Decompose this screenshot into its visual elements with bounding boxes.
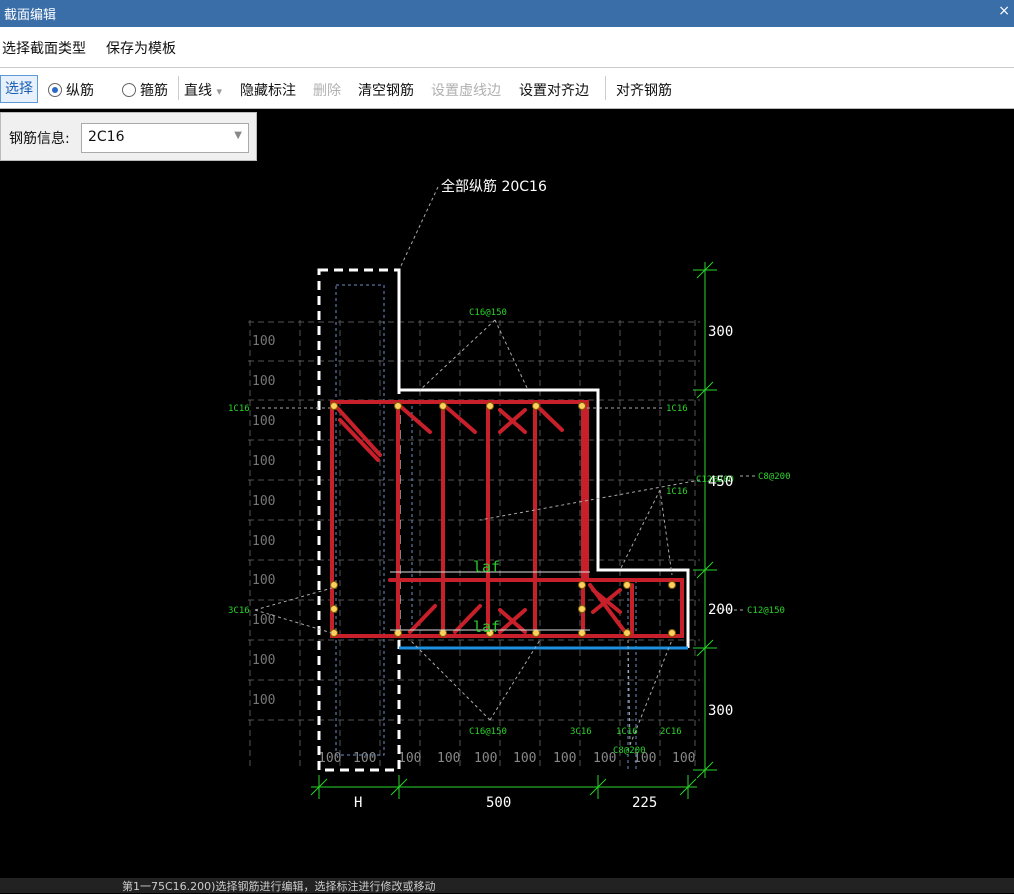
- grid-bottom-label: 100: [437, 751, 460, 766]
- line-label: 直线: [184, 83, 212, 99]
- grid-left-label: 100: [252, 374, 275, 389]
- grid-bottom-label: 100: [398, 751, 421, 766]
- window-title: 截面编辑: [4, 8, 57, 23]
- set-align-edge-button[interactable]: 设置对齐边: [519, 80, 589, 100]
- dim-bottom-500: 500: [486, 795, 511, 811]
- set-dashed-edge-button[interactable]: 设置虚线边: [431, 80, 501, 100]
- grid-left-label: 100: [252, 653, 275, 668]
- dim-right-200: 200: [708, 602, 733, 618]
- longitudinal-label: 纵筋: [66, 83, 94, 99]
- select-section-type-menu[interactable]: 选择截面类型: [2, 38, 86, 58]
- chevron-down-icon: ▾: [216, 85, 222, 98]
- stirrup-top-label: C16@150: [469, 308, 507, 318]
- drawing-canvas[interactable]: 100 100 100 100 100 100 100 100 100 100 …: [0, 110, 1014, 878]
- toolbar-divider: [178, 76, 179, 100]
- clear-rebar-button[interactable]: 清空钢筋: [358, 80, 414, 100]
- grid-left-label: 100: [252, 534, 275, 549]
- title-bar: 截面编辑 ×: [0, 0, 1014, 27]
- menu-bar: 选择截面类型 保存为模板: [0, 27, 1014, 68]
- c8-200-label: C8@200: [758, 472, 791, 482]
- grid-bottom-label: 100: [474, 751, 497, 766]
- rebar-info-label: 钢筋信息:: [9, 131, 70, 147]
- grid-left-label: 100: [252, 613, 275, 628]
- grid-left-labels: 100 100 100 100 100 100 100 100 100 100: [252, 334, 275, 708]
- grid-bottom-label: 100: [553, 751, 576, 766]
- grid-bottom-label: 100: [353, 751, 376, 766]
- right-top-label: 1C16: [666, 404, 688, 414]
- dim-right-450: 450: [708, 474, 733, 490]
- dim-bottom-h: H: [354, 795, 362, 811]
- grid-bottom-label: 100: [672, 751, 695, 766]
- status-text: 第1一75C16.200)选择钢筋进行编辑，选择标注进行修改或移动: [122, 880, 436, 893]
- grid-bottom-label: 100: [513, 751, 536, 766]
- c12-150-label: C12@150: [747, 606, 785, 616]
- all-longitudinal-label[interactable]: 全部纵筋 20C16: [441, 178, 547, 195]
- delete-button[interactable]: 删除: [313, 80, 341, 100]
- close-icon[interactable]: ×: [998, 3, 1010, 19]
- dim-bottom-225: 225: [632, 795, 657, 811]
- grid-left-label: 100: [252, 454, 275, 469]
- select-button[interactable]: 选择: [0, 75, 38, 103]
- dim-right-300-top: 300: [708, 324, 733, 340]
- toolbar-divider: [605, 76, 606, 100]
- grid-left-label: 100: [252, 693, 275, 708]
- rebar-info-panel: 钢筋信息: 2C16 ▼: [0, 112, 257, 161]
- rebar-info-combo[interactable]: 2C16 ▼: [81, 123, 249, 153]
- left-mid-label: 3C16: [228, 606, 250, 616]
- status-bar: 第1一75C16.200)选择钢筋进行编辑，选择标注进行修改或移动: [0, 878, 1014, 893]
- chevron-down-icon[interactable]: ▼: [234, 130, 242, 141]
- hide-label-button[interactable]: 隐藏标注: [240, 80, 296, 100]
- laf-label-top[interactable]: laf: [473, 558, 500, 576]
- radio-checked-icon: [48, 83, 62, 97]
- toolbar: 选择 纵筋 箍筋 直线 ▾ 隐藏标注 删除 清空钢筋 设置虚线边 设置对齐边 对…: [0, 68, 1014, 109]
- line-dropdown[interactable]: 直线 ▾: [184, 80, 222, 100]
- dimension-lines: [310, 261, 717, 799]
- align-rebar-button[interactable]: 对齐钢筋: [616, 80, 672, 100]
- bottom-3c16-label: 3C16: [570, 727, 592, 737]
- grid-left-label: 100: [252, 573, 275, 588]
- rebar-info-value: 2C16: [88, 129, 125, 145]
- grid-bottom-label: 100: [318, 751, 341, 766]
- bottom-c8-200-label: C8@200: [613, 746, 646, 756]
- save-template-menu[interactable]: 保存为模板: [106, 38, 176, 58]
- laf-label-bottom[interactable]: laf: [473, 618, 500, 636]
- longitudinal-radio[interactable]: 纵筋: [48, 80, 94, 100]
- bottom-1c16-label: 1C16: [616, 727, 638, 737]
- grid-left-label: 100: [252, 334, 275, 349]
- stirrup-radio[interactable]: 箍筋: [122, 80, 168, 100]
- left-top-label: 1C16: [228, 404, 250, 414]
- stirrup-bottom-label: C16@150: [469, 727, 507, 737]
- right-mid-label-b: 1C16: [666, 487, 688, 497]
- grid-left-label: 100: [252, 494, 275, 509]
- radio-unchecked-icon: [122, 83, 136, 97]
- dimension-labels[interactable]: 300 450 200 300 H 500 225: [354, 324, 733, 811]
- stirrup-label: 箍筋: [140, 83, 168, 99]
- dim-right-300-bottom: 300: [708, 703, 733, 719]
- bottom-2c16-label: 2C16: [660, 727, 682, 737]
- grid-left-label: 100: [252, 414, 275, 429]
